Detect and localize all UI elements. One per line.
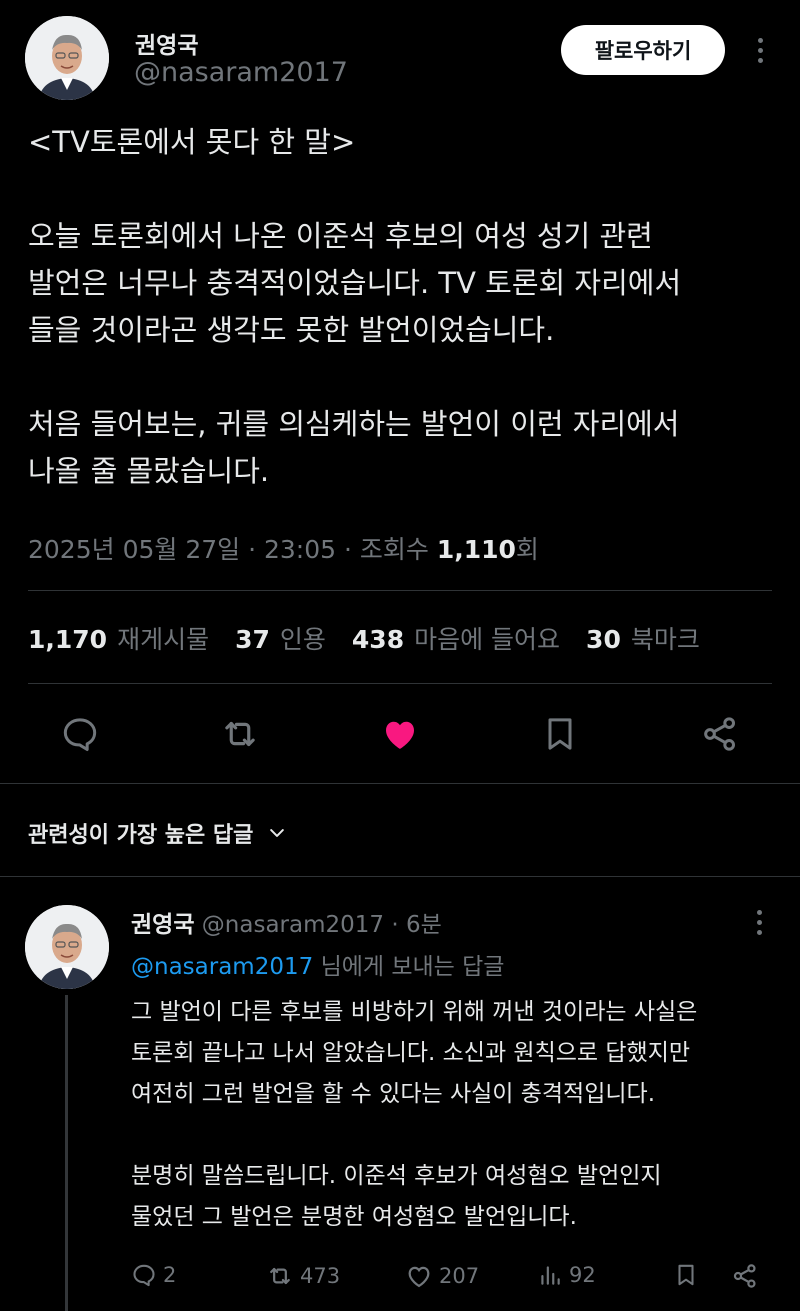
reply-views[interactable]: 92	[537, 1262, 596, 1288]
replying-to: @nasaram2017 님에게 보내는 답글	[131, 947, 504, 981]
heart-icon	[386, 721, 414, 749]
retweet-count[interactable]: 1,170	[28, 625, 107, 654]
bookmark-icon	[548, 718, 572, 750]
tweet-time[interactable]: 23:05	[264, 535, 336, 564]
bookmark-label[interactable]: 북마크	[631, 620, 700, 656]
retweet-label[interactable]: 재게시물	[117, 620, 209, 656]
views-suffix: 회	[515, 535, 539, 564]
quote-label[interactable]: 인용	[280, 620, 326, 656]
follow-button[interactable]: 팔로우하기	[561, 25, 725, 75]
reply-author-name[interactable]: 권영국	[131, 912, 194, 938]
bookmark-count[interactable]: 30	[586, 625, 621, 654]
author-handle[interactable]: @nasaram2017	[134, 57, 348, 88]
replying-to-handle[interactable]: @nasaram2017	[131, 954, 313, 980]
engagement-stats: 1,170 재게시물 37 인용 438 마음에 들어요 30 북마크	[28, 620, 710, 656]
reply-time[interactable]: 6분	[406, 912, 442, 938]
bar-chart-icon	[541, 1266, 560, 1285]
tweet-date[interactable]: 2025년 05월 27일	[28, 535, 240, 564]
reply-icon	[63, 718, 97, 751]
author-name[interactable]: 권영국	[135, 26, 198, 60]
quote-count[interactable]: 37	[235, 625, 270, 654]
share-button[interactable]	[698, 712, 742, 756]
reply-author-avatar[interactable]	[25, 905, 109, 989]
reply-header: 권영국 @nasaram2017 · 6분	[131, 912, 442, 938]
reply-sort-label: 관련성이 가장 높은 답글	[28, 823, 254, 848]
share-icon	[704, 717, 735, 751]
heart-icon	[408, 1266, 430, 1288]
reply-more-options-icon[interactable]	[756, 910, 764, 940]
reply-view-count: 92	[569, 1263, 596, 1287]
tweet-text: <TV토론에서 못다 한 말> 오늘 토론회에서 나온 이준석 후보의 여성 성…	[28, 125, 682, 488]
like-count[interactable]: 438	[352, 625, 404, 654]
views-count: 1,110	[436, 535, 516, 564]
bookmark-button[interactable]	[538, 712, 582, 756]
replying-to-suffix: 님에게 보내는 답글	[320, 954, 505, 980]
avatar-portrait-icon	[25, 905, 109, 989]
reply-reply-button[interactable]: 2	[131, 1262, 176, 1288]
reply-author-handle[interactable]: @nasaram2017	[202, 912, 384, 938]
reply-sort-dropdown[interactable]: 관련성이 가장 높은 답글	[28, 817, 287, 849]
retweet-button[interactable]	[218, 712, 262, 756]
reply-share-button[interactable]	[731, 1262, 759, 1290]
like-button[interactable]	[378, 712, 422, 756]
more-options-icon[interactable]	[757, 38, 765, 68]
divider	[28, 590, 772, 591]
section-separator	[0, 876, 800, 877]
avatar-portrait-icon	[25, 16, 109, 100]
reply-icon	[133, 1264, 155, 1287]
retweet-icon	[225, 721, 255, 747]
views-label: 조회수	[359, 535, 429, 564]
divider	[28, 683, 772, 684]
reply-text: 그 발언이 다른 후보를 비방하기 위해 꺼낸 것이라는 사실은 토론회 끝나고…	[131, 999, 698, 1230]
reply-retweet-button[interactable]: 473	[266, 1262, 340, 1290]
chevron-down-icon	[270, 829, 285, 837]
reply-button[interactable]	[58, 712, 102, 756]
share-icon	[733, 1264, 756, 1288]
reply-like-count: 207	[439, 1264, 480, 1288]
reply-retweet-count: 473	[300, 1264, 341, 1288]
section-separator	[0, 783, 800, 784]
reply-like-button[interactable]: 207	[405, 1262, 479, 1290]
like-label[interactable]: 마음에 들어요	[414, 620, 560, 656]
tweet-meta: 2025년 05월 27일 · 23:05 · 조회수 1,110회	[28, 535, 539, 564]
bookmark-icon	[678, 1264, 694, 1286]
reply-bookmark-button[interactable]	[673, 1262, 699, 1288]
thread-line	[65, 995, 68, 1311]
retweet-icon	[270, 1267, 290, 1285]
reply-reply-count: 2	[163, 1263, 177, 1287]
author-avatar[interactable]	[25, 16, 109, 100]
